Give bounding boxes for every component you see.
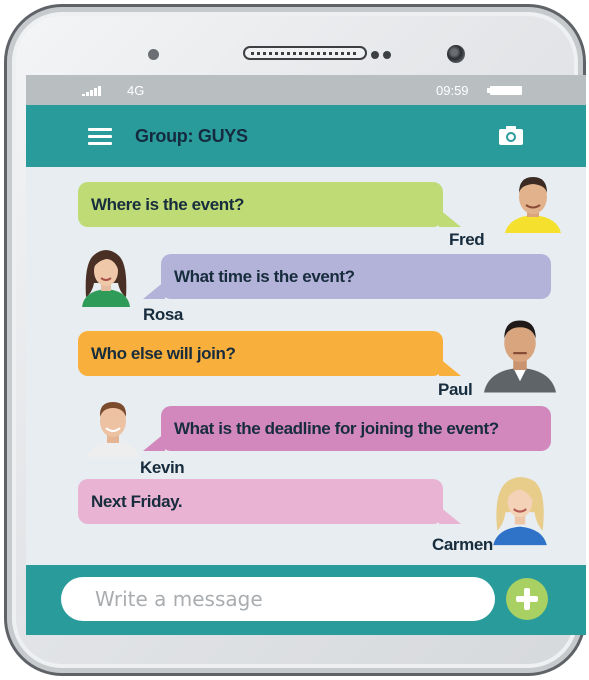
earpiece-speaker — [243, 46, 367, 60]
sender-name: Paul — [438, 380, 473, 399]
message-bubble: Where is the event? — [78, 182, 461, 227]
message-bubble: Who else will join? — [78, 331, 461, 376]
sender-name: Kevin — [140, 458, 185, 477]
front-camera — [447, 45, 465, 63]
network-type: 4G — [127, 83, 145, 98]
chat-screen: 4G 09:59 Group: GUYS Where is the event?… — [26, 75, 586, 635]
message-bubble: Next Friday. — [78, 479, 461, 524]
sensor-dot — [371, 51, 379, 59]
message-input[interactable] — [61, 577, 495, 621]
sensor-dot — [383, 51, 391, 59]
camera-icon[interactable] — [499, 126, 523, 145]
sender-name: Rosa — [143, 305, 183, 324]
composer-bar — [26, 565, 586, 635]
kevin-avatar — [87, 402, 139, 457]
message-bubble: What time is the event? — [143, 254, 551, 299]
clock: 09:59 — [436, 83, 469, 98]
paul-avatar — [484, 320, 556, 393]
plus-icon[interactable] — [506, 578, 548, 620]
carmen-avatar — [493, 477, 547, 546]
sender-name: Fred — [449, 230, 485, 249]
hamburger-icon[interactable] — [88, 128, 112, 146]
message-bubble: What is the deadline for joining the eve… — [143, 406, 551, 451]
signal-icon — [82, 86, 101, 96]
battery-icon — [487, 86, 522, 95]
rosa-avatar — [82, 250, 130, 307]
proximity-sensor — [148, 49, 159, 60]
app-header: Group: GUYS — [26, 105, 586, 167]
phone-frame: 4G 09:59 Group: GUYS Where is the event?… — [4, 4, 586, 676]
group-title: Group: GUYS — [135, 126, 248, 146]
sender-name: Carmen — [432, 535, 493, 554]
status-bar: 4G 09:59 — [26, 75, 586, 105]
fred-avatar — [505, 177, 561, 233]
